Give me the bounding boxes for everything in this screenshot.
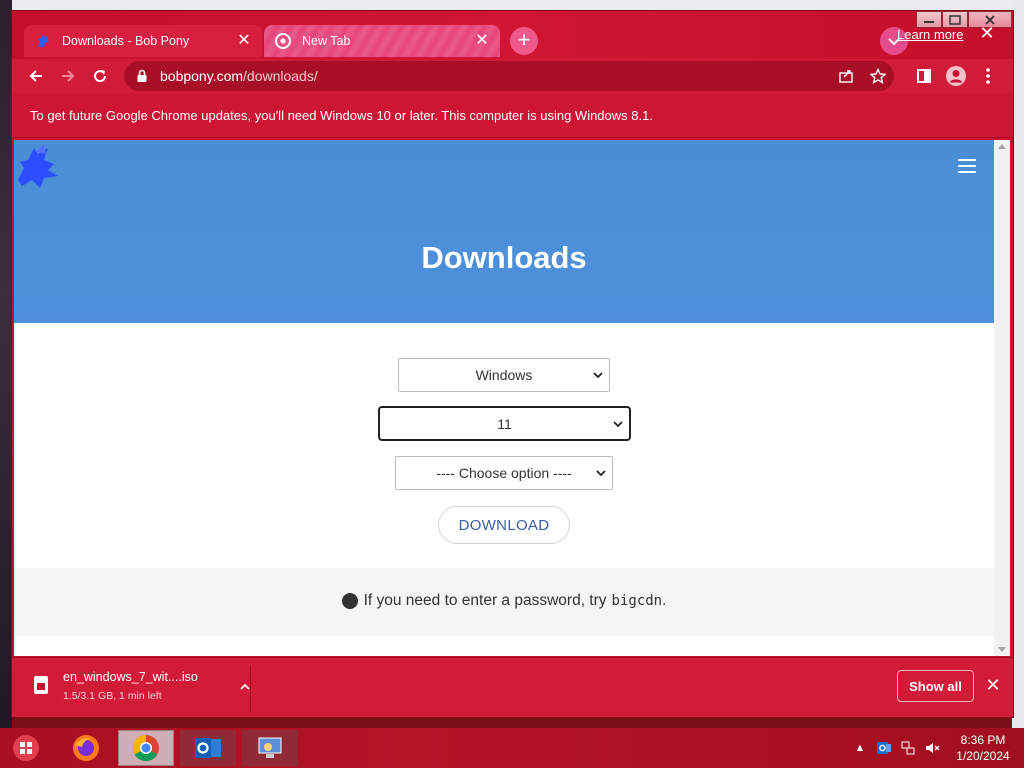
browser-toolbar: bobpony.com/downloads/ (12, 59, 1013, 93)
scroll-up-arrow-icon[interactable] (998, 144, 1006, 149)
start-button[interactable] (6, 730, 46, 766)
url-path: /downloads/ (243, 68, 318, 84)
volume-muted-icon[interactable] (920, 740, 944, 756)
file-icon (34, 676, 48, 694)
clock-date: 1/20/2024 (956, 749, 1010, 763)
reload-icon (94, 70, 107, 83)
reload-button[interactable] (86, 62, 114, 90)
url-host: bobpony.com (160, 68, 244, 84)
version-select[interactable]: 11 (378, 406, 631, 441)
tray-outlook-icon[interactable] (872, 740, 896, 756)
infobar-close-icon[interactable]: ✕ (978, 24, 996, 42)
tab-new-tab[interactable]: New Tab ✕ (264, 25, 500, 57)
menu-button[interactable] (974, 62, 1002, 90)
tab-downloads[interactable]: Downloads - Bob Pony ✕ (24, 25, 262, 57)
clock-time: 8:36 PM (960, 733, 1006, 747)
address-bar[interactable]: bobpony.com/downloads/ (124, 61, 894, 91)
arrow-left-icon (29, 70, 42, 82)
learn-more-link[interactable]: Learn more (897, 27, 963, 42)
back-button[interactable] (22, 62, 50, 90)
download-shelf: en_windows_7_wit....iso 1.5/3.1 GB, 1 mi… (12, 657, 1013, 717)
share-icon[interactable] (830, 68, 862, 84)
new-tab-button[interactable]: + (510, 27, 538, 55)
chevron-down-icon (593, 372, 603, 379)
taskbar-firefox[interactable] (58, 730, 114, 766)
window-restore-button[interactable] (942, 11, 968, 28)
version-select-value: 11 (497, 415, 512, 432)
download-file-name: en_windows_7_wit....iso (63, 670, 198, 684)
hint-end: . (662, 592, 667, 609)
tab-title: New Tab (302, 34, 351, 48)
chrome-icon (132, 734, 159, 762)
password-hint: If you need to enter a password, try big… (14, 592, 994, 610)
tab-title: Downloads - Bob Pony (62, 34, 190, 48)
chevron-down-icon (613, 421, 623, 428)
network-icon[interactable] (896, 740, 920, 756)
option-select[interactable]: ---- Choose option ---- (395, 456, 613, 490)
profile-avatar-icon (946, 66, 966, 86)
shelf-close-icon[interactable]: ✕ (984, 676, 1002, 694)
system-tray: ▲ (848, 728, 944, 768)
download-button[interactable]: DOWNLOAD (438, 506, 570, 544)
side-panel-icon (917, 69, 931, 83)
download-item[interactable]: en_windows_7_wit....iso 1.5/3.1 GB, 1 mi… (30, 668, 250, 710)
hero-banner: Downloads (14, 140, 994, 323)
outlook-icon (195, 738, 221, 758)
tab-close-icon[interactable]: ✕ (474, 33, 490, 49)
window-minimize-button[interactable] (916, 11, 942, 28)
page-viewport: Downloads Windows 11 ---- Choose option … (14, 140, 994, 656)
site-logo[interactable] (14, 140, 66, 192)
password-hint-strip: If you need to enter a password, try big… (14, 568, 994, 636)
page-scrollbar[interactable] (994, 140, 1010, 656)
tab-close-icon[interactable]: ✕ (236, 33, 252, 49)
hint-text: If you need to enter a password, try (363, 592, 607, 609)
download-status: 1.5/3.1 GB, 1 min left (63, 690, 162, 702)
taskbar-outlook[interactable] (180, 730, 236, 766)
show-all-button[interactable]: Show all (897, 670, 974, 702)
arrow-right-icon (62, 70, 75, 82)
update-infobar: To get future Google Chrome updates, you… (12, 93, 1013, 138)
infobar-message: To get future Google Chrome updates, you… (30, 107, 653, 123)
shelf-divider (250, 666, 251, 712)
url-text[interactable]: bobpony.com/downloads/ (160, 68, 318, 84)
profile-button[interactable] (942, 62, 970, 90)
chevron-down-icon (596, 470, 606, 477)
tab-strip: Downloads - Bob Pony ✕ New Tab ✕ + (12, 11, 1013, 59)
chrome-icon (274, 32, 292, 50)
taskbar-chrome[interactable] (118, 730, 174, 766)
tray-overflow-icon[interactable]: ▲ (848, 742, 872, 754)
scroll-down-arrow-icon[interactable] (998, 647, 1006, 652)
browser-window: Downloads - Bob Pony ✕ New Tab ✕ + bobpo… (11, 10, 1014, 718)
lock-icon (136, 69, 150, 83)
desktop-wallpaper-top (0, 0, 1024, 10)
hint-password-code: bigcdn (611, 593, 663, 609)
hamburger-menu-icon[interactable] (958, 159, 976, 173)
windows-taskbar: ▲ 8:36 PM 1/20/2024 (0, 728, 1024, 768)
start-orb-icon (13, 735, 39, 761)
taskbar-clock[interactable]: 8:36 PM 1/20/2024 (948, 732, 1018, 764)
remote-desktop-icon (258, 737, 282, 758)
info-icon (341, 593, 358, 609)
taskbar-remote-desktop[interactable] (242, 730, 298, 766)
forward-button[interactable] (54, 62, 82, 90)
firefox-icon (73, 735, 99, 761)
bookmark-star-icon[interactable] (862, 68, 894, 84)
side-panel-button[interactable] (910, 62, 938, 90)
kebab-menu-icon (986, 68, 990, 84)
os-select-value: Windows (475, 367, 533, 383)
option-select-value: ---- Choose option ---- (436, 465, 572, 481)
page-title: Downloads (421, 240, 587, 275)
os-select[interactable]: Windows (398, 358, 610, 392)
pony-favicon-icon (34, 32, 52, 50)
